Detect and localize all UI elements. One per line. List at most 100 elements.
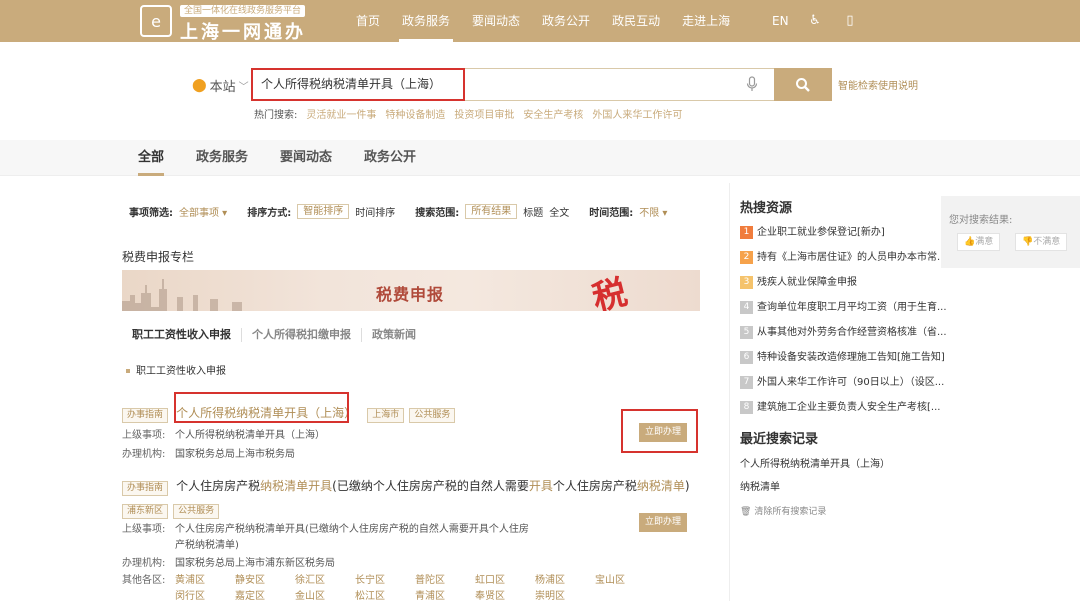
- accessibility-icon[interactable]: ♿: [808, 13, 822, 29]
- hot-search-item[interactable]: 安全生产考核: [523, 106, 583, 121]
- microphone-icon[interactable]: [746, 76, 758, 92]
- nav-news[interactable]: 要闻动态: [461, 0, 531, 42]
- district-link[interactable]: 宝山区: [595, 573, 655, 589]
- hot-resource-item[interactable]: 1 企业职工就业参保登记[新办]: [740, 220, 950, 245]
- feedback-title: 您对搜索结果:: [949, 215, 1013, 226]
- region-badge: 浦东新区: [122, 504, 169, 519]
- logo-title[interactable]: 上海一网通办: [180, 18, 306, 44]
- highlight-box: [174, 392, 349, 423]
- guide-tag: 办事指南: [122, 408, 169, 423]
- district-link[interactable]: 静安区: [235, 573, 295, 589]
- search-scope-select[interactable]: ⬤ 本站 ﹀: [192, 76, 249, 95]
- sort-label: 排序方式:: [247, 208, 292, 219]
- sort-time[interactable]: 时间排序: [355, 204, 395, 219]
- mobile-icon[interactable]: ▯: [843, 13, 857, 29]
- column-subtabs: 职工工资性收入申报 个人所得税扣缴申报 政策新闻: [122, 328, 426, 342]
- hot-resource-item[interactable]: 5 从事其他对外劳务合作经营资格核准（省...: [740, 320, 950, 345]
- hot-resources: 热搜资源 1 企业职工就业参保登记[新办] 2 持有《上海市居住证》的人员申办本市常…: [740, 197, 950, 420]
- chevron-down-icon: ﹀: [238, 82, 249, 93]
- hot-search-item[interactable]: 特种设备制造: [385, 106, 445, 121]
- scope-title[interactable]: 标题: [523, 204, 543, 219]
- hot-resource-item[interactable]: 2 持有《上海市居住证》的人员申办本市常...: [740, 245, 950, 270]
- tab-news[interactable]: 要闻动态: [264, 140, 348, 176]
- tax-banner[interactable]: 税费申报 税: [122, 270, 700, 311]
- district-link[interactable]: 黄浦区: [175, 573, 235, 589]
- nav-interaction[interactable]: 政民互动: [601, 0, 671, 42]
- district-link[interactable]: 松江区: [355, 589, 415, 605]
- result-title-link[interactable]: 个人住房房产税纳税清单开具(已缴纳个人住房房产税的自然人需要开具个人住房房产税纳…: [176, 479, 689, 493]
- hot-search-label: 热门搜索:: [254, 110, 298, 121]
- hot-resource-item[interactable]: 7 外国人来华工作许可（90日以上）（设区...: [740, 370, 950, 395]
- district-link[interactable]: 嘉定区: [235, 589, 295, 605]
- scope-fulltext[interactable]: 全文: [549, 204, 569, 219]
- subtab-withholding[interactable]: 个人所得税扣缴申报: [241, 328, 361, 342]
- nav-gov-services[interactable]: 政务服务: [391, 0, 461, 42]
- top-bar: e 全国一体化在线政务服务平台 上海一网通办 首页 政务服务 要闻动态 政务公开…: [0, 0, 1080, 44]
- subtab-salary[interactable]: 职工工资性收入申报: [122, 328, 241, 342]
- banner-tax-char: 税: [588, 272, 632, 311]
- district-link[interactable]: 虹口区: [475, 573, 535, 589]
- tab-all[interactable]: 全部: [122, 140, 180, 176]
- trash-icon: 🗑: [740, 507, 752, 517]
- main-nav: 首页 政务服务 要闻动态 政务公开 政民互动 走进上海: [345, 0, 741, 42]
- parent-value-cont: 产税纳税清单): [175, 540, 239, 551]
- hot-resource-item[interactable]: 6 特种设备安装改造修理施工告知[施工告知]: [740, 345, 950, 370]
- nav-home[interactable]: 首页: [345, 0, 391, 42]
- hot-resource-item[interactable]: 8 建筑施工企业主要负责人安全生产考核[...: [740, 395, 950, 420]
- service-badge: 公共服务: [173, 504, 220, 519]
- column-list-item[interactable]: 职工工资性收入申报: [126, 362, 226, 377]
- scope-label: 搜索范围:: [415, 208, 460, 219]
- district-link[interactable]: 杨浦区: [535, 573, 595, 589]
- search-help-link[interactable]: 智能检索使用说明: [838, 77, 918, 92]
- district-link[interactable]: 长宁区: [355, 573, 415, 589]
- service-badge: 公共服务: [409, 408, 456, 423]
- parent-label: 上级事项:: [122, 524, 166, 535]
- recent-searches: 最近搜索记录 个人所得税纳税清单开具（上海） 纳税清单 🗑 清除所有搜索记录: [740, 428, 950, 517]
- nav-gov-open[interactable]: 政务公开: [531, 0, 601, 42]
- time-range-select[interactable]: 不限 ▾: [639, 204, 667, 219]
- apply-now-button[interactable]: 立即办理: [639, 513, 687, 532]
- org-label: 办理机构:: [122, 449, 166, 460]
- district-link[interactable]: 普陀区: [415, 573, 475, 589]
- district-link[interactable]: 崇明区: [535, 589, 595, 605]
- item-filter-label: 事项筛选:: [129, 208, 173, 219]
- hot-search-item[interactable]: 灵活就业一件事: [306, 106, 376, 121]
- hot-search-item[interactable]: 外国人来华工作许可: [592, 106, 682, 121]
- logo-subtitle: 全国一体化在线政务服务平台: [180, 5, 306, 17]
- search-button[interactable]: [774, 68, 832, 101]
- skyline-image: [122, 279, 242, 311]
- subtab-policy-news[interactable]: 政策新闻: [361, 328, 426, 342]
- logo-icon[interactable]: e: [140, 5, 172, 37]
- highlight-box: [621, 409, 698, 453]
- hot-resource-item[interactable]: 3 残疾人就业保障金申报: [740, 270, 950, 295]
- district-link[interactable]: 徐汇区: [295, 573, 355, 589]
- district-link[interactable]: 青浦区: [415, 589, 475, 605]
- location-pin-icon: ⬤: [192, 78, 207, 93]
- district-link[interactable]: 奉贤区: [475, 589, 535, 605]
- hot-searches: 热门搜索: 灵活就业一件事 特种设备制造 投资项目审批 安全生产考核 外国人来华…: [254, 106, 682, 121]
- hot-search-item[interactable]: 投资项目审批: [454, 106, 514, 121]
- sort-smart[interactable]: 智能排序: [297, 204, 350, 219]
- clear-history-link[interactable]: 🗑 清除所有搜索记录: [740, 504, 950, 517]
- tab-gov-services[interactable]: 政务服务: [180, 140, 264, 176]
- sidebar-divider: [729, 183, 730, 601]
- district-link[interactable]: 金山区: [295, 589, 355, 605]
- search-icon: [796, 77, 810, 92]
- nav-shanghai[interactable]: 走进上海: [671, 0, 741, 42]
- district-link[interactable]: 闵行区: [175, 589, 235, 605]
- recent-search-item[interactable]: 纳税清单: [740, 476, 950, 499]
- hot-resource-item[interactable]: 4 查询单位年度职工月平均工资（用于生育...: [740, 295, 950, 320]
- banner-title: 税费申报: [376, 285, 445, 304]
- org-value: 国家税务总局上海市税务局: [175, 449, 295, 460]
- thumbs-down-icon: 👎: [1022, 237, 1034, 247]
- parent-label: 上级事项:: [122, 430, 166, 441]
- language-en-link[interactable]: EN: [772, 0, 789, 42]
- item-filter-select[interactable]: 全部事项 ▾: [179, 204, 227, 219]
- unsatisfied-button[interactable]: 👎不满意: [1015, 233, 1068, 251]
- recent-searches-title: 最近搜索记录: [740, 432, 819, 447]
- tab-gov-open[interactable]: 政务公开: [348, 140, 432, 176]
- scope-all[interactable]: 所有结果: [465, 204, 518, 219]
- satisfied-button[interactable]: 👍满意: [957, 233, 1001, 251]
- recent-search-item[interactable]: 个人所得税纳税清单开具（上海）: [740, 453, 950, 476]
- district-links: 黄浦区 静安区 徐汇区 长宁区 普陀区 虹口区 杨浦区 宝山区 闵行区 嘉定区 金山区 松江区 青浦区…: [175, 573, 655, 605]
